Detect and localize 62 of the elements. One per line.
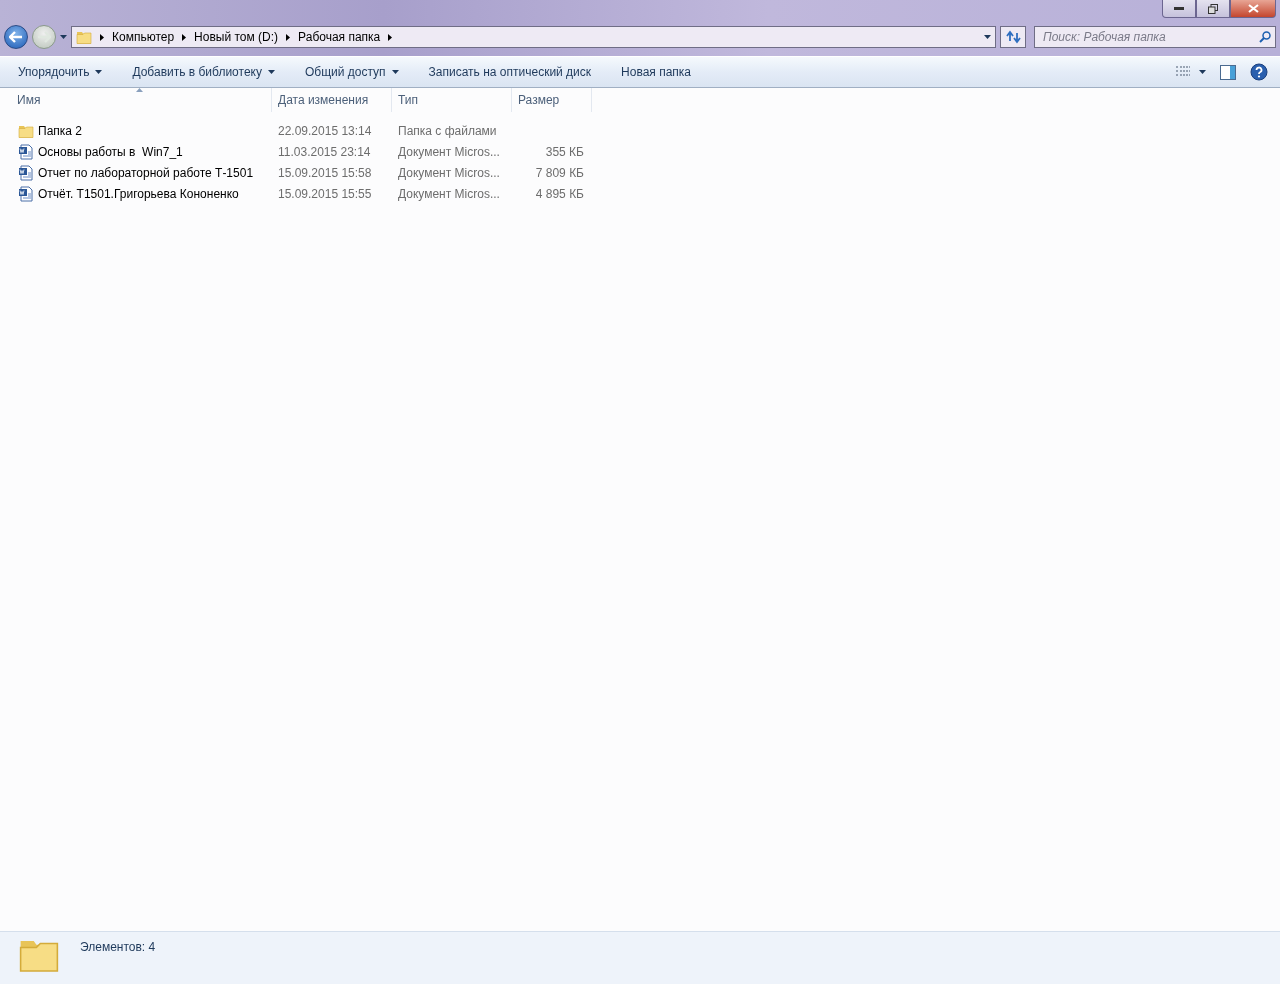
word-document-icon <box>18 143 34 160</box>
minimize-icon <box>1174 7 1184 10</box>
folder-icon <box>76 29 92 45</box>
back-arrow-icon <box>9 31 23 43</box>
item-count: Элементов: 4 <box>80 940 156 954</box>
column-header[interactable]: Тип <box>392 88 512 112</box>
toolbar-button[interactable]: Общий доступ <box>294 59 409 85</box>
word-document-icon <box>18 164 34 181</box>
size-cell-text: 7 809 КБ <box>534 165 585 180</box>
breadcrumb-item[interactable]: Новый том (D:) <box>194 30 279 44</box>
help-button[interactable] <box>1250 63 1268 81</box>
type-cell-text: Папка с файлами <box>397 123 498 138</box>
toolbar-button[interactable]: Упорядочить <box>8 59 113 85</box>
minimize-button[interactable] <box>1162 0 1196 18</box>
size-cell-text: 355 КБ <box>544 144 585 159</box>
breadcrumb-item[interactable]: Компьютер <box>112 30 175 44</box>
search-field[interactable]: Поиск: Рабочая папка <box>1034 26 1276 48</box>
chevron-icon <box>100 33 104 41</box>
preview-pane-icon <box>1220 64 1236 80</box>
file-name[interactable]: Отчёт. Т1501.Григорьева Кононенко <box>38 186 239 201</box>
restore-button[interactable] <box>1196 0 1230 18</box>
type-cell-text: Документ Micros... <box>397 144 501 159</box>
refresh-button[interactable] <box>1000 26 1026 48</box>
file-name[interactable]: Папка 2 <box>38 123 82 138</box>
caret-icon <box>391 70 399 74</box>
type-cell-text: Документ Micros... <box>397 186 501 201</box>
file-name[interactable]: Отчет по лабораторной работе Т-1501 <box>38 165 254 180</box>
size-cell-text: 4 895 КБ <box>534 186 585 201</box>
toolbar-button[interactable]: Новая папка <box>611 59 702 85</box>
back-button[interactable] <box>4 25 28 49</box>
toolbar-button[interactable]: Записать на оптический диск <box>418 59 602 85</box>
preview-pane-button[interactable] <box>1220 64 1236 80</box>
type-cell-text: Документ Micros... <box>397 165 501 180</box>
toolbar-button[interactable]: Добавить в библиотеку <box>122 59 285 85</box>
column-header[interactable]: Имя <box>0 88 272 112</box>
chevron-icon <box>286 33 291 41</box>
caret-icon <box>1199 70 1206 74</box>
date-cell-text: 15.09.2015 15:55 <box>277 186 373 201</box>
caret-icon <box>95 70 103 74</box>
chevron-icon <box>388 33 393 41</box>
word-document-icon <box>18 185 34 202</box>
caret-icon <box>267 70 275 74</box>
date-cell-text: 22.09.2015 13:14 <box>277 123 373 138</box>
address-dropdown-icon <box>984 35 991 39</box>
restore-icon <box>1208 3 1218 14</box>
details-view-icon <box>1175 66 1191 78</box>
column-header[interactable]: Дата изменения <box>272 88 392 112</box>
search-icon <box>1259 31 1271 43</box>
file-name[interactable]: Основы работы в Win7_1 <box>38 144 183 159</box>
breadcrumb-item[interactable]: Рабочая папка <box>298 30 381 44</box>
close-icon <box>1247 4 1259 13</box>
address-bar[interactable]: Компьютер Новый том (D:) Рабочая папка <box>71 26 996 48</box>
date-cell-text: 11.03.2015 23:14 <box>277 144 372 159</box>
date-cell-text: 15.09.2015 15:58 <box>277 165 373 180</box>
close-button[interactable] <box>1230 0 1276 18</box>
chevron-icon <box>182 33 187 41</box>
history-dropdown-icon <box>60 35 67 39</box>
forward-arrow-icon <box>37 31 51 43</box>
sort-arrow-icon <box>135 88 143 92</box>
refresh-arrows-icon <box>1005 30 1021 44</box>
column-header[interactable]: Размер <box>512 88 592 112</box>
view-options-button[interactable] <box>1175 66 1206 78</box>
